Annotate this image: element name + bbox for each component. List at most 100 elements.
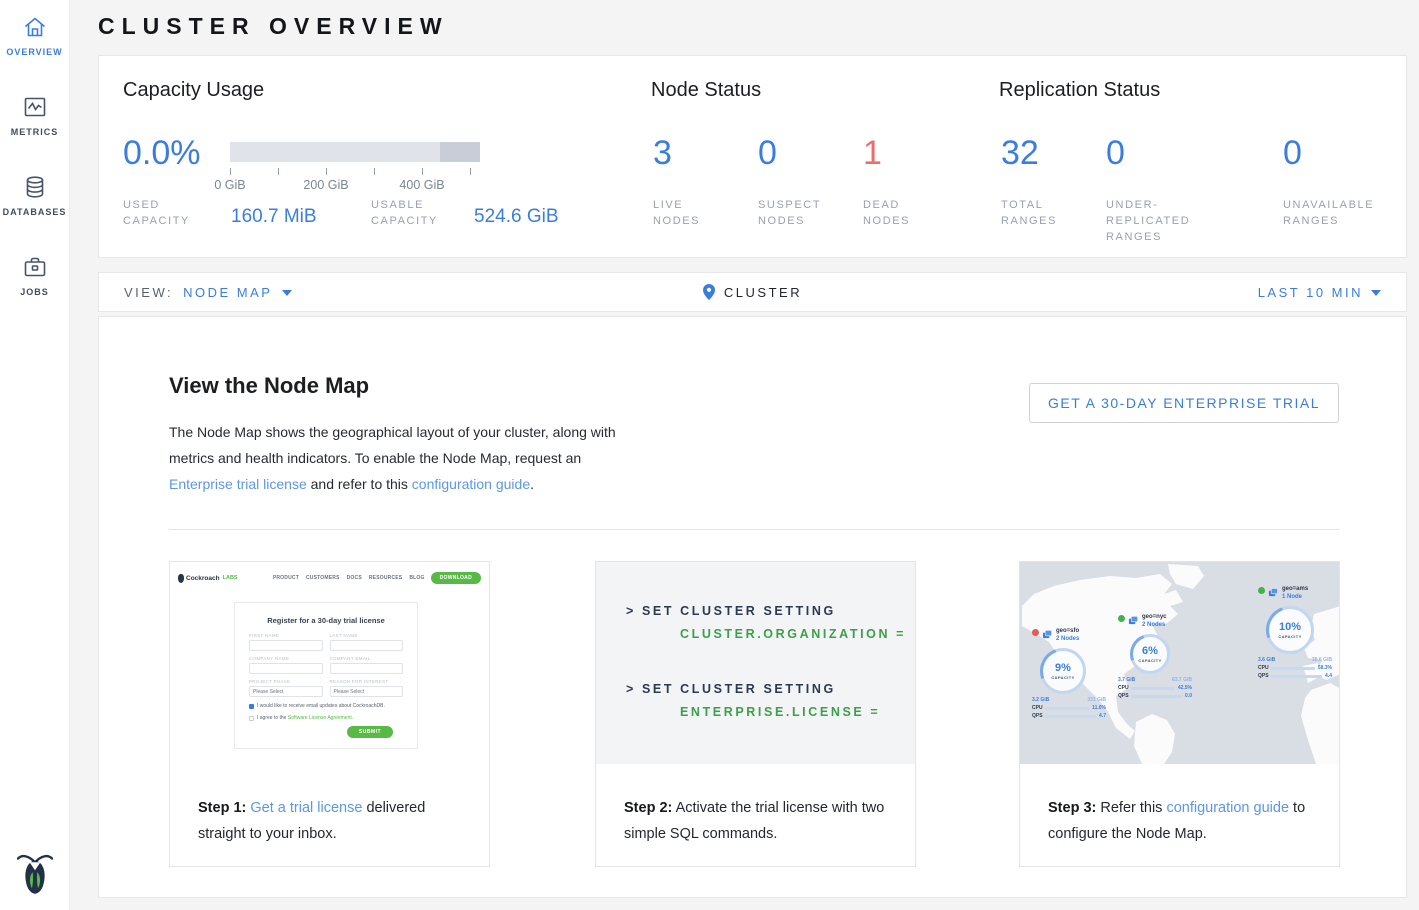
node-group-icon	[1268, 586, 1279, 597]
step2-card: > SET CLUSTER SETTING CLUSTER.ORGANIZATI…	[595, 561, 916, 867]
sidebar-item-label: JOBS	[20, 287, 49, 297]
mini-submit-button: SUBMIT	[347, 726, 393, 738]
axis-tick-label: 0 GiB	[214, 178, 245, 192]
axis-tick	[278, 168, 279, 175]
location-pin-icon	[703, 284, 715, 300]
mini-site-nav-links: PRODUCT CUSTOMERS DOCS RESOURCES BLOG	[273, 575, 425, 581]
time-range-selector[interactable]: LAST 10 MIN	[1258, 285, 1363, 300]
chevron-down-icon[interactable]	[282, 290, 292, 296]
capacity-bar-chart: 0 GiB 200 GiB 400 GiB	[229, 142, 481, 202]
live-nodes-value: 3	[653, 134, 672, 173]
sidebar-item-databases[interactable]: DATABASES	[0, 160, 69, 240]
step3-caption: Step 3: Refer this configuration guide t…	[1048, 795, 1321, 847]
sidebar: OVERVIEW METRICS DATABASES JOBS	[0, 0, 70, 910]
sql-prompt-line: > SET CLUSTER SETTING	[626, 682, 880, 696]
capacity-gauge: 9% CAPACITY	[1040, 648, 1086, 694]
used-capacity-label: USEDCAPACITY	[123, 197, 190, 229]
mini-site-nav: Cockroach LABS PRODUCT CUSTOMERS DOCS RE…	[178, 568, 481, 588]
dead-nodes-label: DEADNODES	[863, 197, 910, 229]
node-status-dot-green	[1258, 587, 1265, 594]
capacity-gauge: 6% CAPACITY	[1130, 634, 1170, 674]
sidebar-item-label: OVERVIEW	[6, 47, 62, 57]
cluster-summary-card: Capacity Usage 0.0% 0 GiB 200 GiB 400 Gi…	[98, 55, 1407, 258]
sidebar-item-jobs[interactable]: JOBS	[0, 240, 69, 320]
axis-tick-label: 200 GiB	[303, 178, 348, 192]
usable-capacity-value: 524.6 GiB	[474, 206, 559, 228]
axis-tick	[326, 168, 327, 175]
capacity-bar	[230, 142, 480, 162]
mini-cockroach-logo: Cockroach LABS	[178, 574, 238, 583]
get-trial-license-link[interactable]: Get a trial license	[250, 800, 362, 816]
mini-checkbox-checked	[249, 704, 254, 709]
under-replicated-ranges-label: UNDER-REPLICATEDRANGES	[1106, 197, 1190, 245]
total-ranges-label: TOTALRANGES	[1001, 197, 1057, 229]
capacity-usage-title: Capacity Usage	[123, 79, 264, 102]
node-status-dot-red	[1032, 629, 1039, 636]
usable-capacity-label: USABLECAPACITY	[371, 197, 438, 229]
capacity-gauge: 10% CAPACITY	[1266, 606, 1314, 654]
step2-caption: Step 2: Activate the trial license with …	[624, 795, 897, 847]
locality-widget-nyc: geo=nyc2 Nodes 6% CAPACITY 3.7 GiB63.7 G…	[1118, 614, 1198, 699]
locality-widget-sfo: geo=sfo2 Nodes 9% CAPACITY 3.2 GiB331 Gi…	[1032, 628, 1112, 719]
dead-nodes-value: 1	[863, 134, 882, 173]
step1-caption: Step 1: Get a trial license delivered st…	[198, 795, 471, 847]
sidebar-item-overview[interactable]: OVERVIEW	[0, 0, 69, 80]
node-map-preview-image: geo=sfo2 Nodes 9% CAPACITY 3.2 GiB331 Gi…	[1020, 562, 1339, 764]
suspect-nodes-value: 0	[758, 134, 777, 173]
under-replicated-ranges-value: 0	[1106, 134, 1125, 173]
jobs-icon	[22, 254, 48, 280]
sql-code-block: > SET CLUSTER SETTING CLUSTER.ORGANIZATI…	[596, 562, 915, 764]
capacity-bar-highlight	[440, 142, 480, 162]
enterprise-trial-license-link[interactable]: Enterprise trial license	[169, 476, 307, 492]
sidebar-item-metrics[interactable]: METRICS	[0, 80, 69, 160]
sql-prompt-line: > SET CLUSTER SETTING	[626, 604, 906, 618]
view-selector[interactable]: NODE MAP	[183, 285, 272, 300]
mini-download-button: DOWNLOAD	[431, 572, 481, 584]
cockroachdb-logo	[0, 850, 70, 896]
unavailable-ranges-value: 0	[1283, 134, 1302, 173]
unavailable-ranges-label: UNAVAILABLERANGES	[1283, 197, 1374, 229]
mini-input	[330, 663, 404, 674]
mini-select: Please Select	[249, 686, 323, 697]
mini-registration-form: Register for a 30-day trial license FIRS…	[234, 602, 418, 749]
used-capacity-value: 160.7 MiB	[231, 206, 317, 228]
locality-widget-ams: geo=ams1 Node 10% CAPACITY 3.6 GiB36.6 G…	[1258, 586, 1338, 679]
cockroachdb-bug-icon	[17, 850, 53, 896]
axis-tick-label: 400 GiB	[399, 178, 444, 192]
mini-form-title: Register for a 30-day trial license	[249, 616, 403, 625]
mini-input	[249, 663, 323, 674]
mini-select: Please Select	[330, 686, 404, 697]
sidebar-item-label: METRICS	[11, 127, 59, 137]
node-group-icon	[1042, 628, 1053, 639]
mini-cockroach-bug-icon	[178, 574, 184, 583]
total-ranges-value: 32	[1001, 134, 1039, 173]
enterprise-trial-button[interactable]: GET A 30-DAY ENTERPRISE TRIAL	[1029, 383, 1339, 423]
databases-icon	[22, 174, 48, 200]
mini-checkbox-unchecked	[249, 716, 254, 721]
view-label: VIEW:	[124, 285, 173, 300]
home-icon	[22, 14, 48, 40]
capacity-used-percent: 0.0%	[123, 134, 201, 173]
section-title: View the Node Map	[169, 373, 369, 399]
suspect-nodes-label: SUSPECTNODES	[758, 197, 821, 229]
axis-tick	[374, 168, 375, 175]
mini-input	[249, 640, 323, 651]
sidebar-item-label: DATABASES	[3, 207, 67, 217]
axis-tick	[470, 168, 471, 175]
section-description: The Node Map shows the geographical layo…	[169, 419, 627, 497]
axis-tick	[230, 168, 231, 175]
node-status-title: Node Status	[651, 79, 761, 102]
axis-tick	[422, 168, 423, 175]
metrics-icon	[22, 94, 48, 120]
step1-card: Cockroach LABS PRODUCT CUSTOMERS DOCS RE…	[169, 561, 490, 867]
configuration-guide-link[interactable]: configuration guide	[412, 476, 530, 492]
configuration-guide-link[interactable]: configuration guide	[1166, 800, 1289, 816]
view-bar: VIEW: NODE MAP CLUSTER LAST 10 MIN	[98, 272, 1407, 312]
live-nodes-label: LIVENODES	[653, 197, 700, 229]
node-map-panel: View the Node Map The Node Map shows the…	[98, 316, 1407, 898]
replication-status-title: Replication Status	[999, 79, 1160, 102]
step3-card: geo=sfo2 Nodes 9% CAPACITY 3.2 GiB331 Gi…	[1019, 561, 1340, 867]
chevron-down-icon[interactable]	[1371, 290, 1381, 296]
locality-breadcrumb[interactable]: CLUSTER	[724, 285, 802, 300]
sql-setting-line: ENTERPRISE.LICENSE =	[626, 705, 880, 719]
